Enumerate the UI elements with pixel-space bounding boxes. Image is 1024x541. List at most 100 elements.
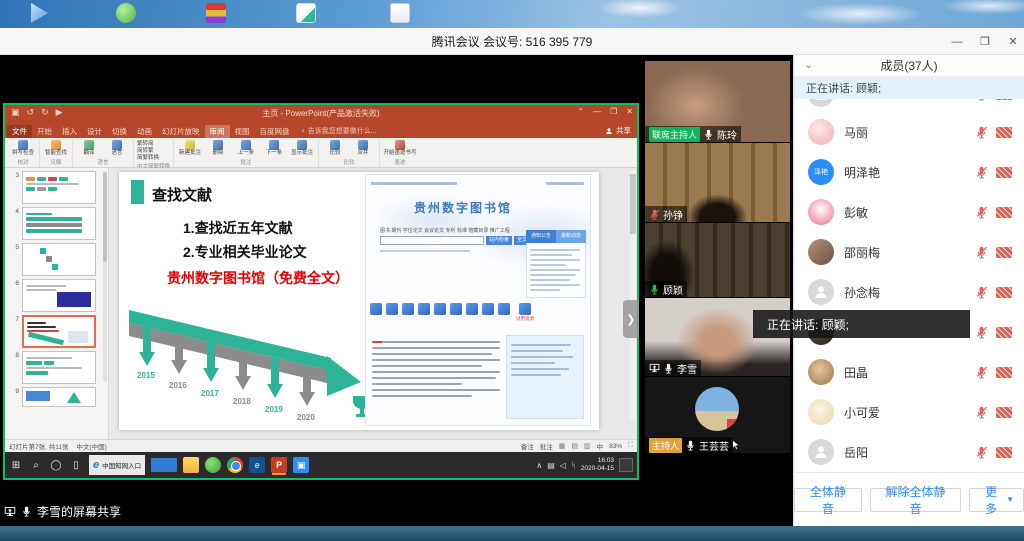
tray-display-icon[interactable]: ▤ — [547, 461, 555, 470]
ppt-share-button[interactable]: 共享 — [605, 125, 631, 136]
next-comment-button[interactable]: 下一条 — [261, 139, 287, 156]
more-button[interactable]: 更多▼ — [969, 488, 1024, 512]
tab-transitions[interactable]: 切换 — [107, 125, 132, 138]
start-button[interactable]: ⊞ — [9, 460, 23, 471]
camera-off-icon[interactable] — [996, 127, 1012, 138]
notice-tab-2[interactable]: 最新动态 — [556, 230, 586, 243]
clock[interactable]: 16:03 2020-04-15 — [581, 457, 614, 473]
tab-animations[interactable]: 动画 — [132, 125, 157, 138]
slide-thumbnail-9[interactable]: 9 — [9, 387, 100, 407]
video-tile-sunzheng[interactable]: 孙铮 — [645, 143, 790, 222]
tab-insert[interactable]: 插入 — [57, 125, 82, 138]
ppt-ribbon-options-icon[interactable]: ⌃ — [577, 107, 584, 116]
video-tile-host[interactable]: 主持人 王芸芸 — [645, 377, 790, 453]
mic-muted-icon[interactable] — [975, 286, 988, 299]
mic-muted-icon[interactable] — [975, 366, 988, 379]
new-comment-button[interactable]: 新建批注 — [177, 139, 203, 156]
member-row-pengmin[interactable]: 彭敏 — [794, 192, 1024, 232]
member-row-shaolimei[interactable]: 邵丽梅 — [794, 232, 1024, 272]
powerpoint-taskbar-icon[interactable]: P — [271, 457, 287, 473]
slide-thumbnail-3[interactable]: 3 — [9, 171, 100, 204]
member-row-sunnianmei[interactable]: 孙念梅 — [794, 272, 1024, 312]
member-row-tianjing[interactable]: 田晶 — [794, 352, 1024, 392]
taskbar-blue-widget[interactable] — [151, 458, 177, 472]
ppt-minimize-icon[interactable]: — — [593, 107, 601, 116]
close-button[interactable]: ✕ — [1006, 35, 1020, 48]
meeting-taskbar-icon[interactable]: ▣ — [293, 457, 309, 473]
tray-volume-icon[interactable]: ◁ — [560, 461, 566, 470]
tab-baidu-netdisk[interactable]: 百度网盘 — [255, 125, 295, 138]
slide-thumbnail-5[interactable]: 5 — [9, 243, 100, 276]
trad-to-simp-button[interactable]: 繁转简 — [137, 141, 159, 147]
sorter-view-icon[interactable]: ▤ — [571, 442, 578, 450]
member-row-xiaokeai[interactable]: 小可爱 — [794, 392, 1024, 432]
video-tile-chenling[interactable]: 联席主持人 陈玲 — [645, 61, 790, 142]
start-inking-button[interactable]: 开始墨迹书写 — [383, 139, 417, 156]
language-button[interactable]: 语言 — [104, 139, 130, 156]
slide-thumbnail-4[interactable]: 4 — [9, 207, 100, 240]
desktop-icon-green-app[interactable] — [116, 3, 136, 23]
action-center-icon[interactable] — [619, 458, 633, 472]
ppt-restore-icon[interactable]: ❐ — [610, 107, 617, 116]
comments-toggle[interactable]: 批注 — [540, 441, 553, 451]
smart-lookup-button[interactable]: 智能查找 — [43, 139, 69, 156]
compare-button[interactable]: 比较 — [322, 139, 348, 156]
slide-thumbnail-7-selected[interactable]: 7 — [9, 315, 100, 348]
desktop-icon-document[interactable] — [390, 3, 410, 23]
camera-off-icon[interactable] — [996, 447, 1012, 458]
maximize-button[interactable]: ❐ — [978, 35, 992, 48]
green-app-icon[interactable] — [205, 457, 221, 473]
mute-all-button[interactable]: 全体静音 — [794, 488, 862, 512]
member-row-partial[interactable] — [794, 99, 1024, 112]
ime-indicator[interactable]: 中 — [597, 441, 604, 451]
previous-comment-button[interactable]: 上一条 — [233, 139, 259, 156]
zoom-level[interactable]: 83% — [609, 443, 622, 450]
mic-muted-icon[interactable] — [975, 246, 988, 259]
mic-muted-icon[interactable] — [975, 99, 988, 101]
camera-off-icon[interactable] — [996, 167, 1012, 178]
slide-thumbnail-8[interactable]: 8 — [9, 351, 100, 384]
camera-off-icon[interactable] — [996, 207, 1012, 218]
library-search-button-1[interactable]: 站内检索 — [486, 236, 512, 245]
camera-off-icon[interactable] — [996, 247, 1012, 258]
member-row-mingzeyan[interactable]: 泽艳 明泽艳 — [794, 152, 1024, 192]
normal-view-icon[interactable]: ▦ — [559, 442, 566, 450]
mic-muted-icon[interactable] — [975, 166, 988, 179]
language-indicator[interactable]: 中文(中国) — [76, 441, 106, 451]
minimize-button[interactable]: — — [950, 36, 964, 48]
tab-review[interactable]: 审阅 — [205, 125, 230, 138]
fit-to-window-icon[interactable]: ⛶ — [628, 442, 633, 450]
chrome-icon[interactable] — [227, 457, 243, 473]
tab-design[interactable]: 设计 — [82, 125, 107, 138]
member-row-yueyang[interactable]: 岳阳 — [794, 432, 1024, 472]
desktop-icon-wps[interactable] — [296, 3, 316, 23]
tab-view[interactable]: 视图 — [230, 125, 255, 138]
camera-off-icon[interactable] — [996, 99, 1012, 100]
tell-me-box[interactable]: ♀ 告诉我您想要做什么... — [295, 126, 377, 136]
merge-button[interactable]: 合并 — [350, 139, 376, 156]
task-view-icon[interactable]: ▯ — [69, 460, 83, 471]
show-comments-button[interactable]: 显示批注 — [289, 139, 315, 156]
unmute-all-button[interactable]: 解除全体静音 — [870, 488, 962, 512]
mic-muted-icon[interactable] — [975, 126, 988, 139]
edge-taskbar-icon[interactable]: e — [249, 457, 265, 473]
mic-muted-icon[interactable] — [975, 326, 988, 339]
camera-off-icon[interactable] — [996, 327, 1012, 338]
delete-comment-button[interactable]: 删除 — [205, 139, 231, 156]
chevron-down-icon[interactable]: ⌄ — [804, 58, 813, 71]
slide-area-scrollbar[interactable] — [630, 170, 636, 420]
tray-chevron-icon[interactable]: ∧ — [536, 461, 542, 470]
tab-slideshow[interactable]: 幻灯片放映 — [157, 125, 205, 138]
video-panel-collapse-button[interactable]: ❯ — [623, 300, 639, 338]
slide-thumbnail-6[interactable]: 6 — [9, 279, 100, 312]
spellcheck-button[interactable]: 拼写检查 — [10, 139, 36, 156]
mic-muted-icon[interactable] — [975, 206, 988, 219]
member-row-mali[interactable]: 马丽 — [794, 112, 1024, 152]
notes-toggle[interactable]: 备注 — [521, 441, 534, 451]
tab-home[interactable]: 开始 — [32, 125, 57, 138]
camera-off-icon[interactable] — [996, 407, 1012, 418]
ppt-close-icon[interactable]: ✕ — [626, 107, 633, 116]
edge-task-button[interactable]: e 中国知网入口 — [89, 455, 145, 475]
file-explorer-icon[interactable] — [183, 457, 199, 473]
translate-button[interactable]: 翻译 — [76, 139, 102, 156]
